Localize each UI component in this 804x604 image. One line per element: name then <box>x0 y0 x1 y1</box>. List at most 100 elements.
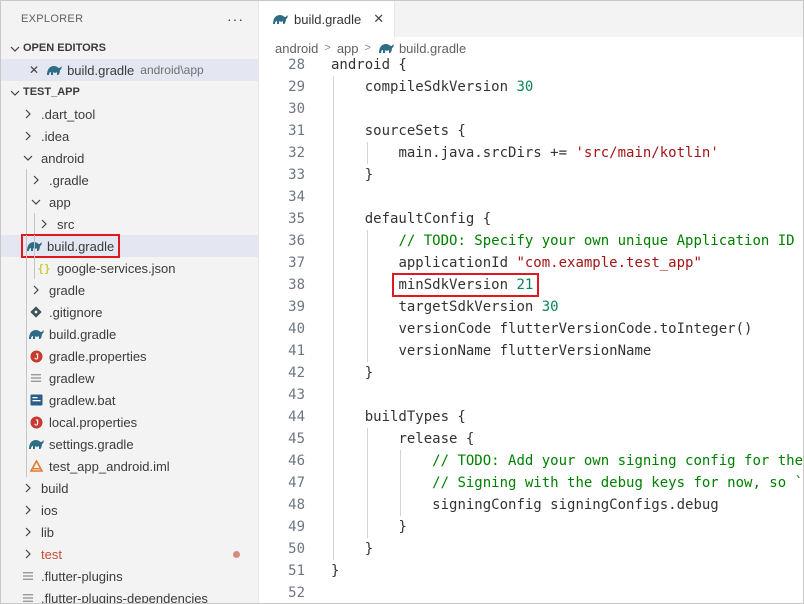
modified-dot <box>233 550 240 558</box>
chevron-right-icon <box>19 128 37 144</box>
chevron-right-icon: > <box>364 42 371 54</box>
line-number: 33 <box>288 167 305 183</box>
tree-file[interactable]: build.gradle <box>1 323 258 345</box>
line-number: 47 <box>288 475 305 491</box>
tree-item-label: settings.gradle <box>49 436 134 452</box>
line-number: 49 <box>288 519 305 535</box>
tree-item-label: gradle.properties <box>49 348 147 364</box>
project-header[interactable]: TEST_APP <box>1 81 258 103</box>
code-token: 30 <box>516 79 534 95</box>
gradle-icon <box>271 12 289 26</box>
code-token: "com.example.test_app" <box>516 255 702 271</box>
line-number: 40 <box>288 321 305 337</box>
open-editor-name: build.gradle <box>67 62 135 78</box>
tree-folder[interactable]: build <box>1 477 258 499</box>
code-line: versionName flutterVersionName <box>398 340 651 362</box>
line-number: 48 <box>288 497 305 513</box>
code-token: applicationId <box>398 255 517 271</box>
more-actions-icon[interactable]: ··· <box>227 11 244 27</box>
chevron-right-icon <box>19 502 37 518</box>
indent-guide <box>26 455 27 477</box>
tree-folder[interactable]: .dart_tool <box>1 103 258 125</box>
indent-guide <box>26 367 27 389</box>
indent-guide <box>34 257 35 279</box>
close-icon[interactable]: ✕ <box>373 11 384 27</box>
file-tree: .dart_tool .idea android .gradle app src build… <box>1 103 258 604</box>
tree-file[interactable]: build.gradle <box>1 234 258 258</box>
tree-folder[interactable]: ios <box>1 499 258 521</box>
chevron-right-icon <box>19 480 37 496</box>
code-line: signingConfig signingConfigs.debug <box>432 494 719 516</box>
indent-guide <box>26 345 27 367</box>
tree-file[interactable]: .flutter-plugins <box>1 565 258 587</box>
breadcrumb-item[interactable]: build.gradle <box>399 41 466 56</box>
chevron-right-icon <box>19 546 37 562</box>
tree-item-label: .flutter-plugins-dependencies <box>41 590 208 604</box>
tree-item-label: gradlew.bat <box>49 392 116 408</box>
tree-folder[interactable]: lib <box>1 521 258 543</box>
code-token: defaultConfig { <box>364 211 492 227</box>
indent-guide <box>26 169 27 191</box>
vscode-window: EXPLORER ··· OPEN EDITORS ✕ build.gradle… <box>0 0 804 604</box>
indent-guide <box>400 450 402 516</box>
editor-area: build.gradle ✕ android > app > build.gra… <box>259 1 804 603</box>
code-line: } <box>365 538 373 560</box>
explorer-sidebar: EXPLORER ··· OPEN EDITORS ✕ build.gradle… <box>1 1 259 604</box>
code-token: 'src/main/kotlin' <box>575 145 719 161</box>
code-token: targetSdkVersion <box>398 299 542 315</box>
tree-file[interactable]: .flutter-plugins-dependencies <box>1 587 258 604</box>
indent-guide <box>26 323 27 345</box>
tree-folder[interactable]: android <box>1 147 258 169</box>
code-token: } <box>398 519 407 535</box>
indent-guide <box>26 191 27 213</box>
svg-text:J: J <box>34 418 38 427</box>
tree-item-label: build <box>41 480 69 496</box>
line-number: 29 <box>288 79 305 95</box>
tree-file[interactable]: gradlew.bat <box>1 389 258 411</box>
text-file-icon <box>27 370 45 386</box>
tree-folder[interactable]: .idea <box>1 125 258 147</box>
chevron-down-icon <box>19 150 37 166</box>
text-file-icon <box>19 568 37 584</box>
code-token: // Signing with the debug keys for now, … <box>432 475 804 491</box>
code-line: android { <box>331 54 407 76</box>
tree-file[interactable]: Jgradle.properties <box>1 345 258 367</box>
open-editors-header[interactable]: OPEN EDITORS <box>1 37 258 59</box>
tree-file[interactable]: settings.gradle <box>1 433 258 455</box>
line-number: 39 <box>288 299 305 315</box>
explorer-header: EXPLORER ··· <box>1 1 258 37</box>
tree-item-label: ios <box>41 502 58 518</box>
tab-build-gradle[interactable]: build.gradle ✕ <box>259 1 396 37</box>
line-number: 37 <box>288 255 305 271</box>
chevron-right-icon <box>27 172 45 188</box>
line-number: 35 <box>288 211 305 227</box>
chevron-down-icon <box>7 85 23 99</box>
gradle-icon <box>377 41 395 55</box>
line-number: 30 <box>288 101 305 117</box>
open-editor-item[interactable]: ✕ build.gradle android\app <box>1 59 258 81</box>
tree-file[interactable]: test_app_android.iml <box>1 455 258 477</box>
chevron-right-icon <box>19 106 37 122</box>
tree-folder[interactable]: gradle <box>1 279 258 301</box>
tree-folder[interactable]: test <box>1 543 258 565</box>
gradle-icon <box>45 62 63 78</box>
code-token: } <box>331 563 340 579</box>
line-number: 32 <box>288 145 305 161</box>
tree-file[interactable]: gradlew <box>1 367 258 389</box>
code-line: versionCode flutterVersionCode.toInteger… <box>398 318 752 340</box>
tree-file[interactable]: .gitignore <box>1 301 258 323</box>
chevron-right-icon <box>27 282 45 298</box>
tree-item-label: app <box>49 194 71 210</box>
tree-item-label: .idea <box>41 128 70 144</box>
code-token: } <box>364 541 374 557</box>
tree-file[interactable]: {} google-services.json <box>1 257 258 279</box>
code-line: } <box>398 516 406 538</box>
tree-folder[interactable]: app <box>1 191 258 213</box>
tree-folder[interactable]: src <box>1 213 258 235</box>
tree-file[interactable]: Jlocal.properties <box>1 411 258 433</box>
close-icon[interactable]: ✕ <box>29 63 39 77</box>
indent-guide <box>366 230 368 362</box>
line-number: 45 <box>288 431 305 447</box>
tree-folder[interactable]: .gradle <box>1 169 258 191</box>
git-icon <box>27 304 45 320</box>
